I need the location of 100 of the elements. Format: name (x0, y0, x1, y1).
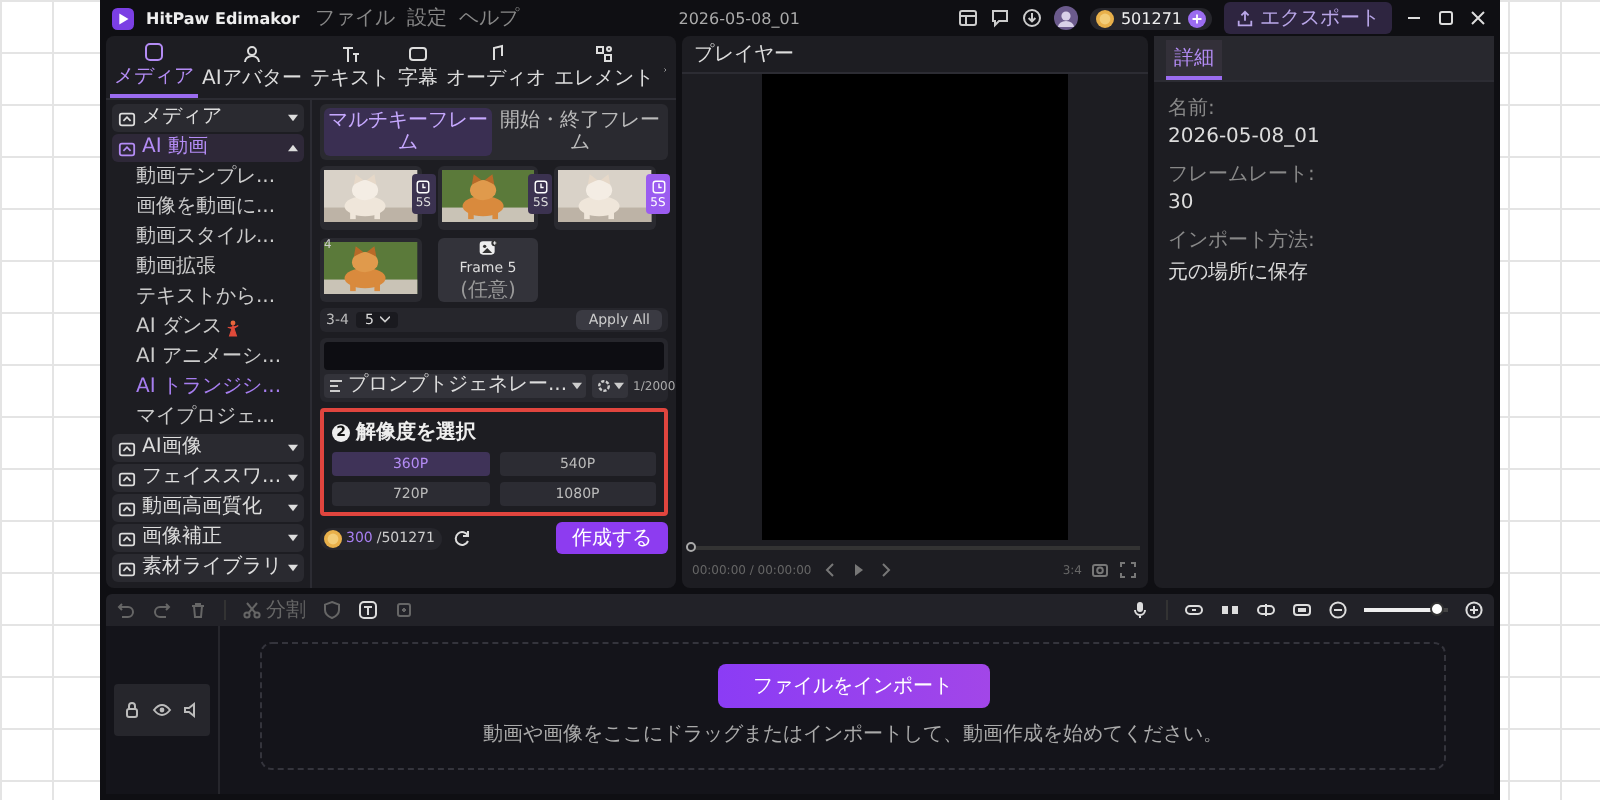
gear-icon (595, 378, 612, 394)
caret-icon (571, 382, 582, 390)
menu-item[interactable]: ヘルプ (459, 4, 520, 32)
layout-icon[interactable] (958, 8, 979, 28)
redo-icon[interactable] (152, 600, 172, 620)
zoom-in-icon[interactable] (1464, 600, 1484, 620)
field-label: インポート方法: (1168, 227, 1317, 254)
mode-tab[interactable]: 開始・終了フレーム (496, 108, 664, 156)
caret-icon[interactable] (288, 534, 298, 542)
mode-tab[interactable]: マルチキーフレーム (324, 108, 492, 156)
caret-icon[interactable] (288, 144, 298, 152)
category-icon (118, 559, 136, 577)
field-label: フレームレート: (1168, 162, 1317, 188)
section-title: 解像度を選択 (356, 418, 476, 446)
panel-title: プレイヤー (694, 41, 794, 68)
add-image-icon (477, 238, 498, 258)
microphone-icon[interactable] (1130, 600, 1150, 620)
media-icon (144, 42, 164, 62)
sidebar-item[interactable]: 画像を動画に... (112, 194, 304, 222)
toolbar-tab[interactable]: AIアバター (198, 42, 306, 96)
sidebar-group[interactable]: メディア (112, 104, 304, 132)
toolbar-tab[interactable]: エレメント (549, 42, 658, 96)
coin-icon (1096, 9, 1115, 27)
caret-icon[interactable] (288, 564, 298, 572)
close-icon[interactable] (1468, 8, 1488, 28)
menu-item[interactable]: ファイル (315, 4, 396, 32)
maximize-icon[interactable] (1436, 8, 1456, 28)
details-tab[interactable]: 詳細 (1166, 40, 1222, 80)
lock-icon[interactable] (122, 700, 143, 720)
export-button[interactable]: エクスポート (1224, 2, 1392, 34)
shield-icon[interactable] (322, 600, 342, 620)
slider-thumb[interactable] (1429, 602, 1444, 616)
drop-zone[interactable]: ファイルをインポート 動画や画像をここにドラッグまたはインポートして、動画作成を始めてください。 (260, 642, 1446, 770)
split-clip-icon[interactable] (1220, 600, 1240, 620)
caret-icon[interactable] (288, 474, 298, 482)
credits-count: 501271 (1120, 9, 1182, 27)
category-icon (118, 469, 136, 487)
sidebar-item[interactable]: AI アニメーシ... (112, 344, 304, 372)
project-title: 2026-05-08_01 (676, 9, 802, 27)
prompt-field[interactable] (324, 342, 664, 370)
fullscreen-icon[interactable] (1118, 560, 1138, 580)
caret-icon (613, 382, 624, 390)
frame-card[interactable] (320, 238, 422, 302)
text-box-icon[interactable] (358, 600, 378, 620)
snapshot-icon[interactable] (1090, 560, 1110, 580)
sidebar-item[interactable]: 動画拡張 (112, 254, 304, 282)
element-icon (593, 44, 614, 64)
app-name: HitPaw Edimakor (146, 9, 300, 27)
caret-icon[interactable] (288, 444, 298, 452)
caret-icon[interactable] (288, 114, 298, 122)
chat-icon[interactable] (990, 8, 1011, 28)
toolbar-tab[interactable]: メディア (110, 40, 198, 98)
toolbar-tab[interactable]: テキスト (305, 42, 394, 96)
sidebar-group[interactable]: 素材ライブラリ (112, 554, 304, 582)
field-value: 元の場所に保存 (1168, 259, 1310, 286)
category-icon (118, 139, 136, 157)
eye-icon[interactable] (151, 700, 172, 720)
create-button[interactable]: 作成する (556, 522, 668, 554)
field-value: 30 (1168, 192, 1196, 214)
drop-hint: 動画や画像をここにドラッグまたはインポートして、動画作成を始めてください。 (483, 721, 1223, 748)
menu-item[interactable]: 設定 (407, 4, 448, 32)
subtitle-icon (407, 44, 428, 64)
sidebar-group[interactable]: フェイススワ... (112, 464, 304, 492)
caret-icon[interactable] (288, 504, 298, 512)
text-icon (339, 44, 360, 64)
avatar-icon[interactable] (1054, 6, 1079, 30)
scissors-icon (242, 600, 262, 620)
timer-icon (533, 179, 548, 193)
category-icon (118, 109, 136, 127)
app-logo-icon (112, 7, 134, 29)
zoom-out-icon[interactable] (1328, 600, 1348, 620)
undo-icon[interactable] (116, 600, 136, 620)
download-icon[interactable] (1022, 8, 1043, 28)
timer-icon (416, 179, 431, 193)
clip-icon[interactable] (1292, 600, 1312, 620)
refresh-icon[interactable] (452, 528, 473, 548)
delete-icon[interactable] (188, 600, 208, 620)
sidebar-item[interactable]: マイプロジェ... (112, 404, 304, 432)
sidebar-group[interactable]: 動画高画質化 (112, 494, 304, 522)
crop-icon[interactable] (394, 600, 414, 620)
field-value: 2026-05-08_01 (1168, 126, 1322, 148)
sidebar-item[interactable]: テキストから... (112, 284, 304, 312)
toolbar-tab[interactable]: オーディオ (441, 42, 550, 96)
sidebar-item[interactable]: 動画スタイル... (112, 224, 304, 252)
timer-icon (651, 179, 665, 193)
field-label: 名前: (1168, 96, 1217, 122)
sidebar-group[interactable]: AI 動画 (112, 134, 304, 162)
chevron-down-icon (379, 316, 390, 324)
sidebar-group[interactable]: 画像補正 (112, 524, 304, 552)
sidebar-group[interactable]: AI画像 (112, 434, 304, 462)
prompt-generator-dropdown[interactable]: プロンプトジェネレー... (324, 374, 586, 398)
import-button[interactable]: ファイルをインポート (717, 664, 989, 708)
category-icon (118, 439, 136, 457)
toolbar-tab[interactable]: 字幕 (393, 42, 442, 96)
chain-icon[interactable] (1256, 600, 1276, 620)
plus-icon[interactable] (1188, 9, 1206, 27)
sidebar-item[interactable]: 動画テンプレ... (112, 164, 304, 192)
settings-dropdown[interactable] (591, 374, 628, 398)
sidebar-item[interactable]: AI トランジシ... (112, 374, 304, 402)
sidebar-item[interactable]: AI ダンス (112, 314, 304, 342)
